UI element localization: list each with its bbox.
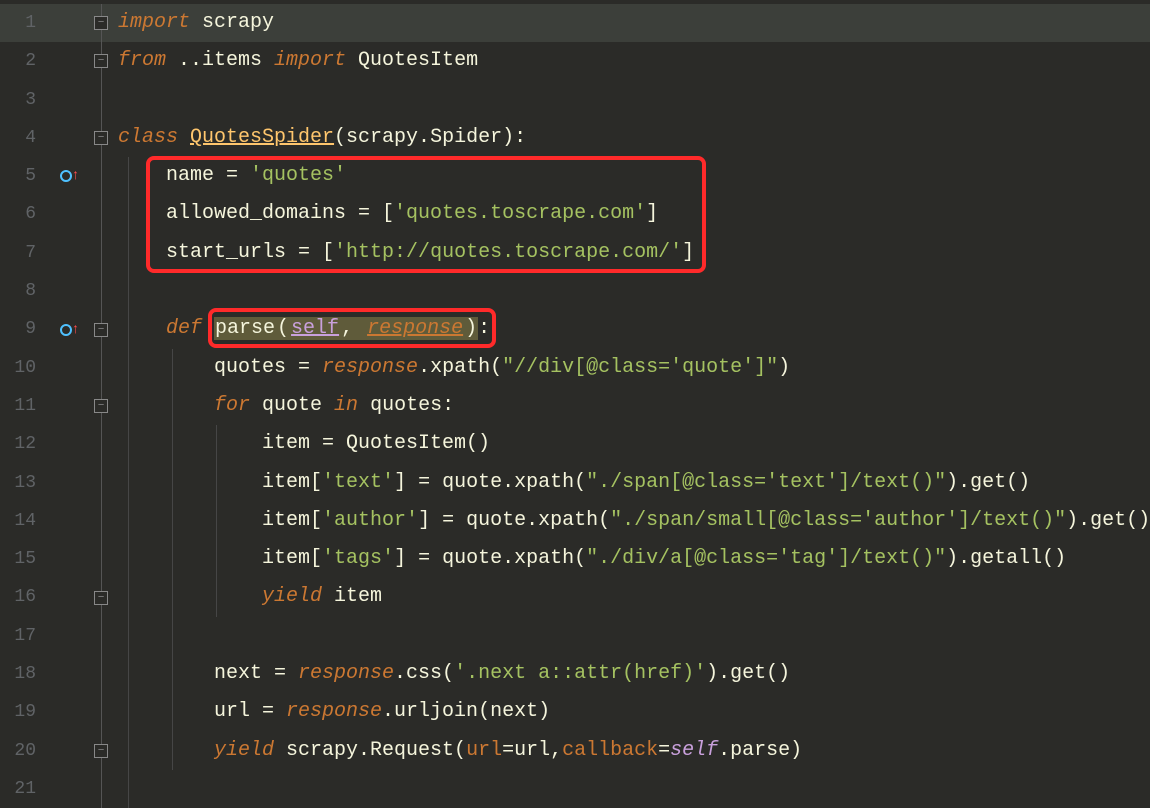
code-line[interactable] [116, 272, 1150, 310]
line-number: 3 [0, 81, 54, 119]
code-line[interactable]: def parse(self, response): [116, 310, 1150, 348]
code-line[interactable]: import scrapy [116, 4, 1150, 42]
line-number: 10 [0, 349, 54, 387]
fold-end-icon[interactable]: − [94, 744, 108, 758]
line-number: 20 [0, 732, 54, 770]
code-line[interactable]: item['tags'] = quote.xpath("./div/a[@cla… [116, 540, 1150, 578]
code-line[interactable]: item = QuotesItem() [116, 425, 1150, 463]
code-line[interactable]: class QuotesSpider(scrapy.Spider): [116, 119, 1150, 157]
code-line[interactable]: next = response.css('.next a::attr(href)… [116, 655, 1150, 693]
code-line[interactable]: item['text'] = quote.xpath("./span[@clas… [116, 464, 1150, 502]
marks-gutter[interactable]: ↑ ↑ [54, 0, 86, 806]
line-number: 4 [0, 119, 54, 157]
line-number: 19 [0, 693, 54, 731]
line-number: 2 [0, 42, 54, 80]
fold-toggle-icon[interactable]: − [94, 323, 108, 337]
fold-gutter[interactable]: − − − − − − − [86, 0, 116, 806]
line-number: 5 [0, 157, 54, 195]
line-number: 13 [0, 464, 54, 502]
line-number: 11 [0, 387, 54, 425]
code-editor[interactable]: 1 2 3 4 5 6 7 8 9 10 11 12 13 14 15 16 1… [0, 0, 1150, 806]
arrow-up-icon: ↑ [71, 322, 79, 338]
code-area[interactable]: import scrapy from ..items import Quotes… [116, 0, 1150, 806]
code-line[interactable] [116, 770, 1150, 808]
code-line[interactable]: yield scrapy.Request(url=url,callback=se… [116, 732, 1150, 770]
code-line[interactable]: allowed_domains = ['quotes.toscrape.com'… [116, 195, 1150, 233]
code-line[interactable]: from ..items import QuotesItem [116, 42, 1150, 80]
code-line[interactable]: name = 'quotes' [116, 157, 1150, 195]
fold-end-icon[interactable]: − [94, 591, 108, 605]
code-line[interactable]: yield item [116, 578, 1150, 616]
line-number: 18 [0, 655, 54, 693]
line-number: 17 [0, 617, 54, 655]
line-number: 6 [0, 195, 54, 233]
gutter-marker-line5[interactable]: ↑ [54, 157, 86, 195]
line-number: 12 [0, 425, 54, 463]
line-number: 7 [0, 234, 54, 272]
code-line[interactable]: quotes = response.xpath("//div[@class='q… [116, 349, 1150, 387]
line-number: 16 [0, 578, 54, 616]
gutter-marker-line9[interactable]: ↑ [54, 310, 86, 348]
code-line[interactable]: url = response.urljoin(next) [116, 693, 1150, 731]
code-line[interactable] [116, 617, 1150, 655]
line-number: 8 [0, 272, 54, 310]
code-line[interactable]: start_urls = ['http://quotes.toscrape.co… [116, 234, 1150, 272]
line-number: 14 [0, 502, 54, 540]
line-number-gutter: 1 2 3 4 5 6 7 8 9 10 11 12 13 14 15 16 1… [0, 0, 54, 806]
line-number: 21 [0, 770, 54, 808]
fold-toggle-icon[interactable]: − [94, 54, 108, 68]
line-number: 9 [0, 310, 54, 348]
line-number: 1 [0, 4, 54, 42]
line-number: 15 [0, 540, 54, 578]
code-line[interactable]: item['author'] = quote.xpath("./span/sma… [116, 502, 1150, 540]
arrow-up-icon: ↑ [71, 168, 79, 184]
code-line[interactable] [116, 81, 1150, 119]
fold-toggle-icon[interactable]: − [94, 131, 108, 145]
fold-toggle-icon[interactable]: − [94, 16, 108, 30]
fold-toggle-icon[interactable]: − [94, 399, 108, 413]
code-line[interactable]: for quote in quotes: [116, 387, 1150, 425]
